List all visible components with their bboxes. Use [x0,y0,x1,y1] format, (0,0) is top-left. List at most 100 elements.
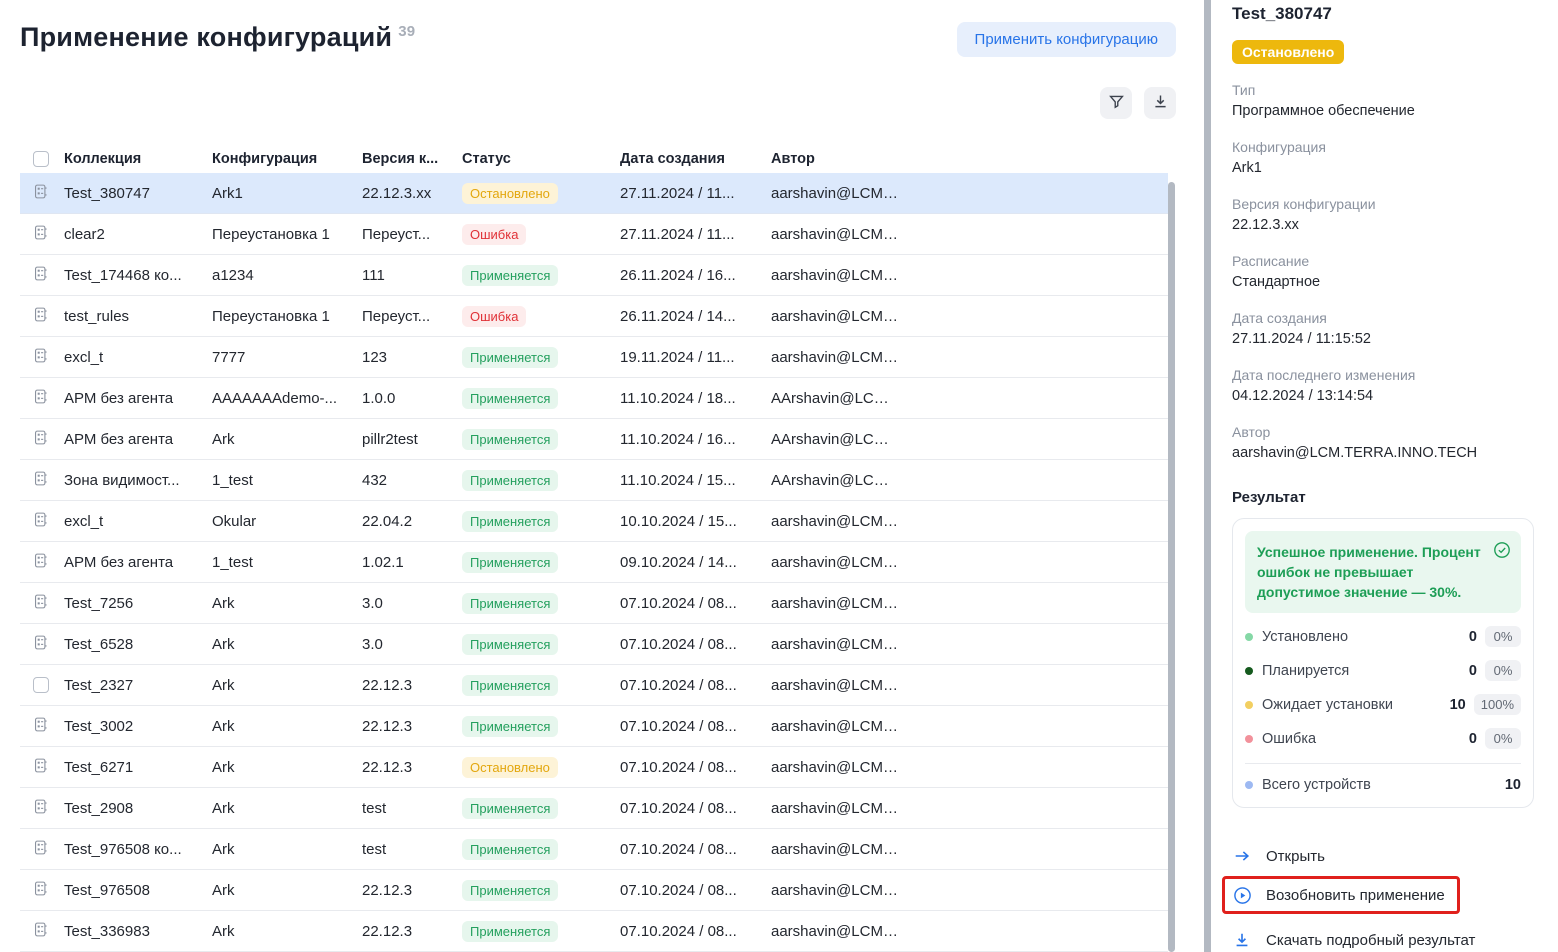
table-row[interactable]: Test_7256 Ark 3.0 Применяется 07.10.2024… [20,583,1168,624]
row-leading[interactable] [33,183,64,204]
collection-icon [33,511,50,532]
row-leading[interactable] [33,921,64,942]
table-row[interactable]: Test_2908 Ark test Применяется 07.10.202… [20,788,1168,829]
row-leading[interactable] [33,470,64,491]
resume-action[interactable]: Возобновить применение [1232,883,1445,907]
cell-status: Применяется [462,634,620,655]
field-label: Дата создания [1232,309,1534,328]
select-all-checkbox[interactable] [33,151,64,167]
collection-icon [33,429,50,450]
field-value: aarshavin@LCM.TERRA.INNO.TECH [1232,443,1534,463]
stat-dot-icon [1245,633,1253,641]
row-leading[interactable] [33,798,64,819]
cell-collection: Test_7256 [64,595,212,612]
row-leading[interactable] [33,429,64,450]
cell-status: Применяется [462,675,620,696]
row-leading[interactable] [33,634,64,655]
table-row[interactable]: АРМ без агента 1_test 1.02.1 Применяется… [20,542,1168,583]
detail-panel: Test_380747 Остановлено Тип Программное … [1211,0,1558,952]
stat-percent-chip: 0% [1485,660,1521,681]
column-header-created[interactable]: Дата создания [620,151,771,167]
field-label: Дата последнего изменения [1232,366,1534,385]
column-header-version[interactable]: Версия к... [362,151,462,167]
row-leading[interactable] [33,716,64,737]
panel-field: Дата последнего изменения 04.12.2024 / 1… [1232,366,1534,406]
cell-version: 1.0.0 [362,390,462,407]
checkbox-icon [33,151,49,167]
cell-version: 3.0 [362,595,462,612]
table-row[interactable]: Test_6528 Ark 3.0 Применяется 07.10.2024… [20,624,1168,665]
cell-version: test [362,800,462,817]
table-row[interactable]: Test_336983 Ark 22.12.3 Применяется 07.1… [20,911,1168,952]
stat-value: 10 [1450,697,1466,713]
row-leading[interactable] [33,593,64,614]
row-leading[interactable] [33,388,64,409]
cell-configuration: 7777 [212,349,362,366]
field-label: Тип [1232,81,1534,100]
row-leading[interactable] [33,347,64,368]
row-leading[interactable] [33,265,64,286]
row-leading[interactable] [33,511,64,532]
table-row[interactable]: excl_t Okular 22.04.2 Применяется 10.10.… [20,501,1168,542]
cell-date: 11.10.2024 / 15... [620,472,771,489]
collection-icon [33,880,50,901]
row-leading[interactable] [33,757,64,778]
apply-configuration-button[interactable]: Применить конфигурацию [957,22,1176,57]
total-value: 10 [1505,777,1521,793]
cell-date: 10.10.2024 / 15... [620,513,771,530]
cell-author: aarshavin@LCM.... [771,759,908,776]
table-row[interactable]: Test_174468 ко... a1234 111 Применяется … [20,255,1168,296]
cell-collection: Test_380747 [64,185,212,202]
row-leading[interactable] [33,306,64,327]
column-header-author[interactable]: Автор [771,151,908,167]
column-header-status[interactable]: Статус [462,151,620,167]
table-row[interactable]: АРМ без агента AAAAAAAdemo-... 1.0.0 При… [20,378,1168,419]
export-button[interactable] [1144,87,1176,119]
cell-configuration: Ark1 [212,185,362,202]
collection-icon [33,921,50,942]
annotation-highlight-box: Возобновить применение [1222,876,1460,914]
table-row[interactable]: excl_t 7777 123 Применяется 19.11.2024 /… [20,337,1168,378]
cell-status: Применяется [462,716,620,737]
table-row[interactable]: clear2 Переустановка 1 Переуст... Ошибка… [20,214,1168,255]
play-circle-icon [1232,885,1252,905]
total-count-badge: 39 [398,23,415,40]
table-row[interactable]: Test_3002 Ark 22.12.3 Применяется 07.10.… [20,706,1168,747]
status-badge: Применяется [462,552,558,573]
row-leading[interactable] [33,224,64,245]
table-row[interactable]: Test_6271 Ark 22.12.3 Остановлено 07.10.… [20,747,1168,788]
row-leading[interactable] [33,552,64,573]
table-row[interactable]: АРМ без агента Ark pillr2test Применяетс… [20,419,1168,460]
download-result-action[interactable]: Скачать подробный результат [1232,924,1534,952]
row-leading[interactable] [33,839,64,860]
table-row[interactable]: Test_976508 Ark 22.12.3 Применяется 07.1… [20,870,1168,911]
column-header-configuration[interactable]: Конфигурация [212,151,362,167]
collection-icon [33,716,50,737]
cell-author: aarshavin@LCM.... [771,226,908,243]
cell-collection: Test_3002 [64,718,212,735]
field-label: Версия конфигурации [1232,195,1534,214]
cell-date: 09.10.2024 / 14... [620,554,771,571]
row-leading[interactable] [33,677,64,693]
column-header-collection[interactable]: Коллекция [64,151,212,167]
status-badge: Применяется [462,839,558,860]
table-row[interactable]: Test_2327 Ark 22.12.3 Применяется 07.10.… [20,665,1168,706]
table-header-row: Коллекция Конфигурация Версия к... Стату… [20,145,1168,173]
stats-divider [1245,763,1521,764]
cell-configuration: Ark [212,882,362,899]
table-row[interactable]: Test_380747 Ark1 22.12.3.xx Остановлено … [20,173,1168,214]
panel-field: Конфигурация Ark1 [1232,138,1534,178]
panel-scrollbar[interactable] [1204,0,1211,952]
cell-collection: Test_6271 [64,759,212,776]
table-row[interactable]: test_rules Переустановка 1 Переуст... Ош… [20,296,1168,337]
cell-collection: Test_6528 [64,636,212,653]
row-checkbox[interactable] [33,677,49,693]
open-action[interactable]: Открыть [1232,840,1534,872]
row-leading[interactable] [33,880,64,901]
cell-date: 07.10.2024 / 08... [620,841,771,858]
table-vertical-scrollbar[interactable] [1168,182,1175,952]
cell-date: 26.11.2024 / 14... [620,308,771,325]
table-row[interactable]: Зона видимост... 1_test 432 Применяется … [20,460,1168,501]
filter-button[interactable] [1100,87,1132,119]
table-row[interactable]: Test_976508 ко... Ark test Применяется 0… [20,829,1168,870]
